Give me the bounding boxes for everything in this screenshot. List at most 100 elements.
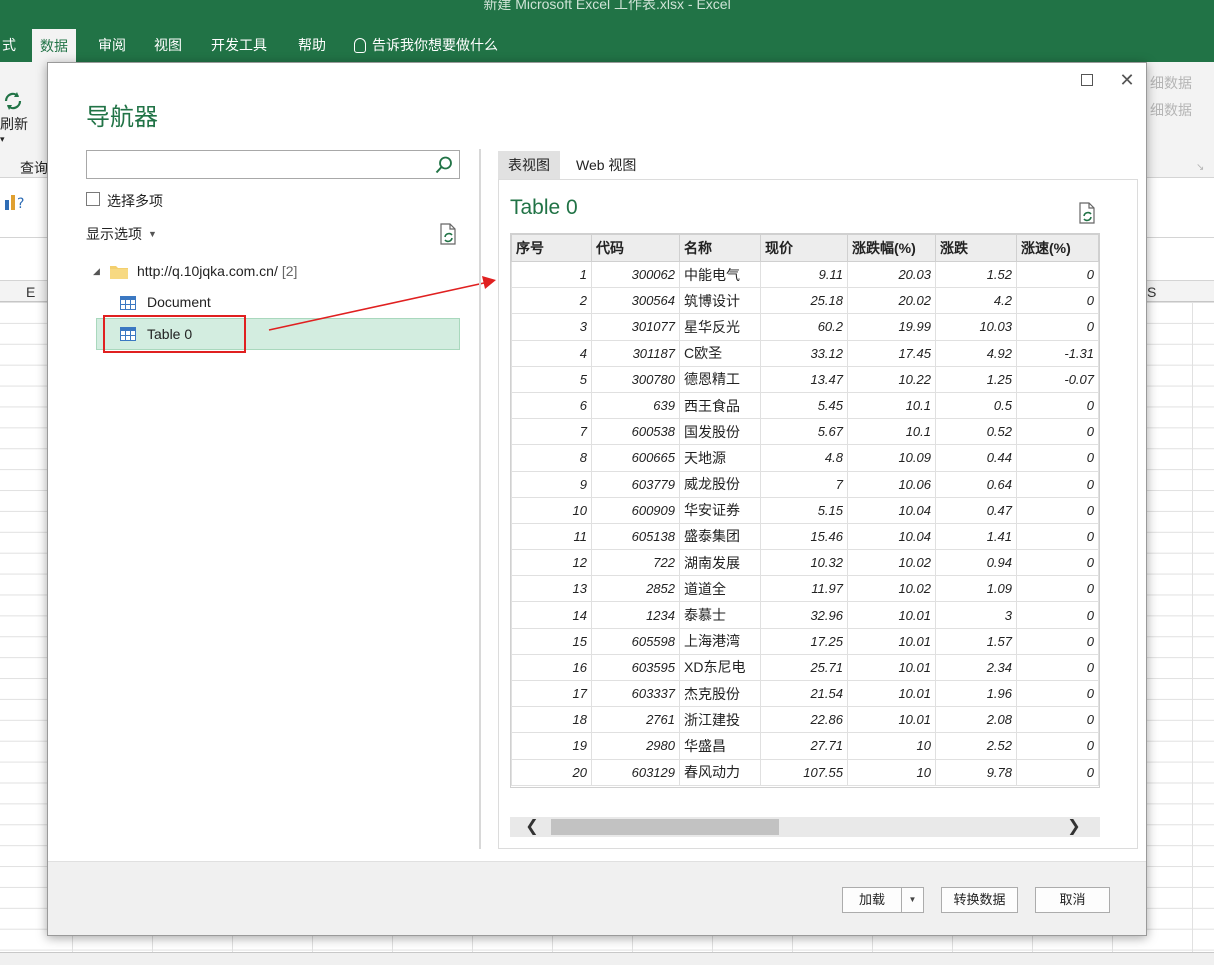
table-cell[interactable]: 15.46 [760, 522, 848, 551]
table-cell[interactable]: 0 [1016, 313, 1099, 341]
table-cell[interactable]: 5.15 [760, 496, 848, 524]
chart-icon[interactable]: ? [4, 192, 26, 212]
column-s-header[interactable]: S [1147, 284, 1156, 300]
table-cell[interactable]: 2.08 [935, 706, 1017, 734]
table-cell[interactable]: 0.94 [935, 549, 1017, 577]
table-cell[interactable]: 0 [1016, 444, 1099, 472]
table-cell[interactable]: 10.04 [847, 522, 936, 551]
table-cell[interactable]: 10.04 [847, 496, 936, 524]
refresh-dropdown-icon[interactable]: ▾ [0, 134, 5, 145]
table-cell[interactable]: 603129 [591, 758, 680, 786]
table-cell[interactable]: 22.86 [760, 706, 848, 734]
table-cell[interactable]: 13.47 [760, 365, 848, 393]
table-cell[interactable]: 3 [511, 313, 592, 341]
table-cell[interactable]: 8 [511, 444, 592, 472]
table-cell[interactable]: 33.12 [760, 339, 848, 367]
table-cell[interactable]: 0.64 [935, 470, 1017, 498]
table-cell[interactable]: 10.01 [847, 653, 936, 682]
table-cell[interactable]: 605598 [591, 627, 680, 655]
table-cell[interactable]: 10 [847, 758, 936, 786]
table-cell[interactable]: 0 [1016, 522, 1099, 551]
table-cell[interactable]: 1.25 [935, 365, 1017, 393]
table-cell[interactable]: 10 [511, 496, 592, 524]
table-cell[interactable]: 603337 [591, 679, 680, 708]
refresh-all-label[interactable]: 刷新 [0, 114, 28, 134]
table-cell[interactable]: 0.44 [935, 444, 1017, 472]
table-cell[interactable]: 25.18 [760, 287, 848, 315]
table-cell[interactable]: 300062 [591, 260, 680, 289]
table-cell[interactable]: 10.1 [847, 418, 936, 446]
scroll-thumb[interactable] [551, 819, 779, 835]
column-e-header[interactable]: E [26, 284, 35, 300]
table-cell[interactable]: 17.25 [760, 627, 848, 655]
table-cell[interactable]: 7 [760, 470, 848, 498]
tab-view[interactable]: 视图 [146, 28, 190, 62]
table-cell[interactable]: 11.97 [760, 575, 848, 603]
transform-data-button[interactable]: 转换数据 [941, 887, 1018, 913]
table-cell[interactable]: 15 [511, 627, 592, 655]
table-cell[interactable]: 2761 [591, 706, 680, 734]
table-cell[interactable]: 0 [1016, 758, 1099, 786]
scroll-left-icon[interactable]: ❮ [520, 817, 544, 837]
refresh-preview-icon[interactable] [1077, 202, 1097, 224]
table-cell[interactable]: 杰克股份 [679, 679, 761, 708]
column-header[interactable]: 序号 [511, 234, 592, 262]
table-cell[interactable]: 0 [1016, 287, 1099, 315]
table-cell[interactable]: 107.55 [760, 758, 848, 786]
table-cell[interactable]: -1.31 [1016, 339, 1099, 367]
table-cell[interactable]: 16 [511, 653, 592, 682]
table-cell[interactable]: 泰慕士 [679, 601, 761, 629]
table-cell[interactable]: 0 [1016, 575, 1099, 603]
table-cell[interactable]: 12 [511, 549, 592, 577]
table-cell[interactable]: 浙江建投 [679, 706, 761, 734]
table-cell[interactable]: 2.34 [935, 653, 1017, 682]
table-cell[interactable]: 14 [511, 601, 592, 629]
column-header[interactable]: 涨跌 [935, 234, 1017, 262]
table-cell[interactable]: 威龙股份 [679, 470, 761, 498]
table-cell[interactable]: 301187 [591, 339, 680, 367]
pane-splitter[interactable] [479, 149, 481, 849]
table-cell[interactable]: XD东尼电 [679, 653, 761, 682]
table-cell[interactable]: 603779 [591, 470, 680, 498]
table-cell[interactable]: 0.47 [935, 496, 1017, 524]
table-cell[interactable]: 13 [511, 575, 592, 603]
table-cell[interactable]: 天地源 [679, 444, 761, 472]
table-cell[interactable]: 4.2 [935, 287, 1017, 315]
table-cell[interactable]: 605138 [591, 522, 680, 551]
refresh-all-icon[interactable] [2, 90, 24, 112]
table-cell[interactable]: 10.1 [847, 391, 936, 420]
table-cell[interactable]: 17 [511, 679, 592, 708]
table-cell[interactable]: 5.67 [760, 418, 848, 446]
column-header[interactable]: 涨跌幅(%) [847, 234, 936, 262]
table-cell[interactable]: 9 [511, 470, 592, 498]
table-cell[interactable]: 10.01 [847, 679, 936, 708]
table-cell[interactable]: 2 [511, 287, 592, 315]
scroll-right-icon[interactable]: ❯ [1062, 817, 1086, 837]
table-cell[interactable]: 10.02 [847, 549, 936, 577]
table-cell[interactable]: 18 [511, 706, 592, 734]
table-cell[interactable]: 32.96 [760, 601, 848, 629]
table-cell[interactable]: 西王食品 [679, 391, 761, 420]
table-cell[interactable]: 10.02 [847, 575, 936, 603]
column-header[interactable]: 现价 [760, 234, 848, 262]
table-cell[interactable]: 10.06 [847, 470, 936, 498]
table-cell[interactable]: 0.5 [935, 391, 1017, 420]
table-cell[interactable]: 华安证券 [679, 496, 761, 524]
table-cell[interactable]: 道道全 [679, 575, 761, 603]
table-cell[interactable]: 1.52 [935, 260, 1017, 289]
table-cell[interactable]: 0 [1016, 706, 1099, 734]
table-cell[interactable]: 1.09 [935, 575, 1017, 603]
table-cell[interactable]: 603595 [591, 653, 680, 682]
table-cell[interactable]: 10.03 [935, 313, 1017, 341]
table-cell[interactable]: 20.02 [847, 287, 936, 315]
tab-table-view[interactable]: 表视图 [498, 151, 560, 179]
column-header[interactable]: 涨速(%) [1016, 234, 1099, 262]
table-cell[interactable]: 0 [1016, 732, 1099, 760]
table-cell[interactable]: 5.45 [760, 391, 848, 420]
column-header[interactable]: 代码 [591, 234, 680, 262]
table-cell[interactable]: 中能电气 [679, 260, 761, 289]
maximize-button[interactable] [1076, 69, 1098, 91]
table-cell[interactable]: 3 [935, 601, 1017, 629]
table-cell[interactable]: 4.8 [760, 444, 848, 472]
table-cell[interactable]: 0 [1016, 627, 1099, 655]
